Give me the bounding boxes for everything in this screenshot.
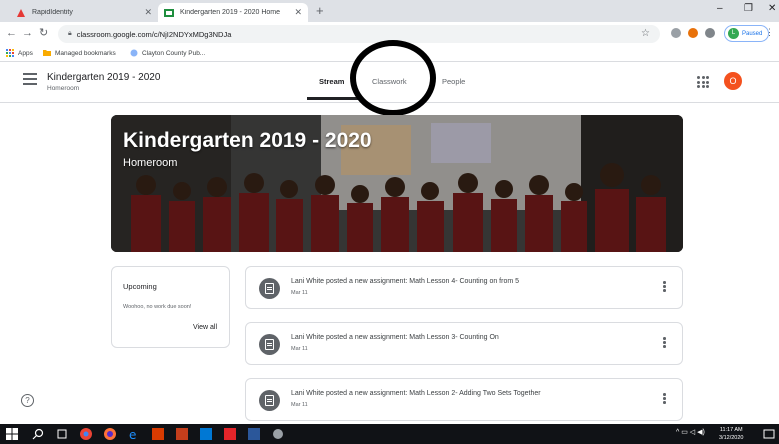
bookmark-managed[interactable]: Managed bookmarks [43, 49, 116, 57]
notifications-icon[interactable] [763, 428, 775, 440]
more-options-icon[interactable] [663, 337, 666, 349]
profile-avatar: L [728, 28, 739, 39]
address-bar[interactable]: 🔒︎ classroom.google.com/c/NjI2NDYxMDg3ND… [58, 25, 660, 43]
app-taskbar-icon[interactable] [272, 428, 284, 440]
task-view-icon[interactable] [56, 428, 68, 440]
new-tab-button[interactable]: + [316, 3, 324, 19]
bookmark-label: Managed bookmarks [55, 49, 116, 57]
restore-icon[interactable]: ❐ [744, 3, 753, 14]
system-tray-icons[interactable]: ^ ▭ ◁ ◀) [676, 428, 705, 436]
powerpoint-taskbar-icon[interactable] [176, 428, 188, 440]
more-options-icon[interactable] [663, 393, 666, 405]
office-taskbar-icon[interactable] [152, 428, 164, 440]
close-window-icon[interactable]: ✕ [768, 3, 776, 14]
course-section: Homeroom [47, 85, 80, 92]
assignment-icon [259, 278, 280, 299]
banner-title: Kindergarten 2019 - 2020 [123, 129, 372, 152]
stream-post[interactable]: Lani White posted a new assignment: Math… [245, 322, 683, 365]
upcoming-card: Upcoming Woohoo, no work due soon! View … [111, 266, 230, 348]
class-banner: Kindergarten 2019 - 2020 Homeroom [111, 115, 683, 252]
back-icon[interactable]: ← [6, 26, 17, 40]
bookmarks-bar: Apps Managed bookmarks Clayton County Pu… [0, 46, 779, 62]
google-apps-icon[interactable] [697, 76, 709, 88]
windows-start-icon[interactable] [6, 428, 18, 440]
lock-icon: 🔒︎ [68, 30, 72, 37]
tab-rapididentity[interactable]: RapidIdentity ✕ [10, 3, 158, 22]
svg-text:e: e [129, 428, 136, 440]
post-text: Lani White posted a new assignment: Math… [291, 278, 520, 285]
tab-title: RapidIdentity [32, 9, 73, 16]
clock-date: 3/12/2020 [719, 435, 744, 441]
upcoming-title: Upcoming [123, 282, 157, 291]
tab-kindergarten[interactable]: Kindergarten 2019 - 2020 Home ✕ [158, 3, 308, 22]
stream-post[interactable]: Lani White posted a new assignment: Math… [245, 378, 683, 421]
tab-classwork[interactable]: Classwork [372, 77, 407, 86]
outlook-taskbar-icon[interactable] [200, 428, 212, 440]
post-date: Mar 11 [291, 402, 308, 408]
acrobat-taskbar-icon[interactable] [224, 428, 236, 440]
upcoming-empty-text: Woohoo, no work due soon! [123, 304, 192, 310]
more-options-icon[interactable] [663, 281, 666, 293]
rapididentity-favicon-icon [17, 8, 25, 17]
reload-icon[interactable]: ↻ [39, 26, 48, 40]
post-text: Lani White posted a new assignment: Math… [291, 390, 541, 397]
stream-post[interactable]: Lani White posted a new assignment: Math… [245, 266, 683, 309]
banner-subtitle: Homeroom [123, 157, 178, 169]
bookmark-label: Clayton County Pub... [142, 49, 206, 57]
forward-icon[interactable]: → [22, 26, 33, 40]
active-tab-indicator [307, 97, 359, 100]
tab-people[interactable]: People [442, 77, 465, 86]
assignment-icon [259, 334, 280, 355]
post-date: Mar 11 [291, 290, 308, 296]
browser-tab-strip: RapidIdentity ✕ Kindergarten 2019 - 2020… [0, 0, 779, 22]
chrome-taskbar-icon[interactable] [80, 428, 92, 440]
post-date: Mar 11 [291, 346, 308, 352]
bookmark-label: Apps [18, 49, 33, 57]
profile-paused-button[interactable]: L Paused [724, 25, 769, 42]
extension-icon[interactable] [688, 28, 698, 38]
globe-icon [130, 49, 138, 57]
search-icon[interactable] [32, 428, 44, 440]
clock-time: 11:17 AM [719, 427, 743, 433]
url-text: classroom.google.com/c/NjI2NDYxMDg3NDJa [76, 29, 232, 39]
windows-taskbar: e ^ ▭ ◁ ◀) 11:17 AM 3/12/2020 [0, 424, 779, 444]
extension-icon[interactable] [705, 28, 715, 38]
main-menu-icon[interactable] [23, 73, 37, 85]
view-all-link[interactable]: View all [193, 324, 217, 331]
extension-icon[interactable] [671, 28, 681, 38]
apps-grid-icon [6, 49, 14, 57]
help-icon[interactable]: ? [21, 394, 34, 407]
edge-taskbar-icon[interactable]: e [128, 428, 140, 440]
minimize-icon[interactable]: – [717, 3, 723, 14]
close-tab-icon[interactable]: ✕ [294, 7, 302, 18]
user-avatar[interactable]: O [724, 72, 742, 90]
folder-icon [43, 50, 51, 56]
tab-title: Kindergarten 2019 - 2020 Home [180, 9, 281, 16]
chrome-menu-icon[interactable]: ⋮ [765, 27, 774, 38]
bookmark-star-icon[interactable]: ☆ [641, 28, 650, 39]
bookmark-apps[interactable]: Apps [6, 49, 33, 57]
browser-toolbar: ← → ↻ 🔒︎ classroom.google.com/c/NjI2NDYx… [0, 22, 779, 46]
bookmark-clayton[interactable]: Clayton County Pub... [130, 49, 205, 57]
taskbar-clock[interactable]: 11:17 AM 3/12/2020 [719, 426, 743, 442]
classroom-header: Kindergarten 2019 - 2020 Homeroom Stream… [0, 63, 779, 103]
close-tab-icon[interactable]: ✕ [144, 7, 152, 18]
tab-stream[interactable]: Stream [319, 77, 344, 86]
word-taskbar-icon[interactable] [248, 428, 260, 440]
course-title[interactable]: Kindergarten 2019 - 2020 [47, 72, 160, 83]
firefox-taskbar-icon[interactable] [104, 428, 116, 440]
profile-status: Paused [742, 30, 763, 37]
post-text: Lani White posted a new assignment: Math… [291, 334, 499, 341]
assignment-icon [259, 390, 280, 411]
classroom-favicon-icon [164, 8, 174, 17]
